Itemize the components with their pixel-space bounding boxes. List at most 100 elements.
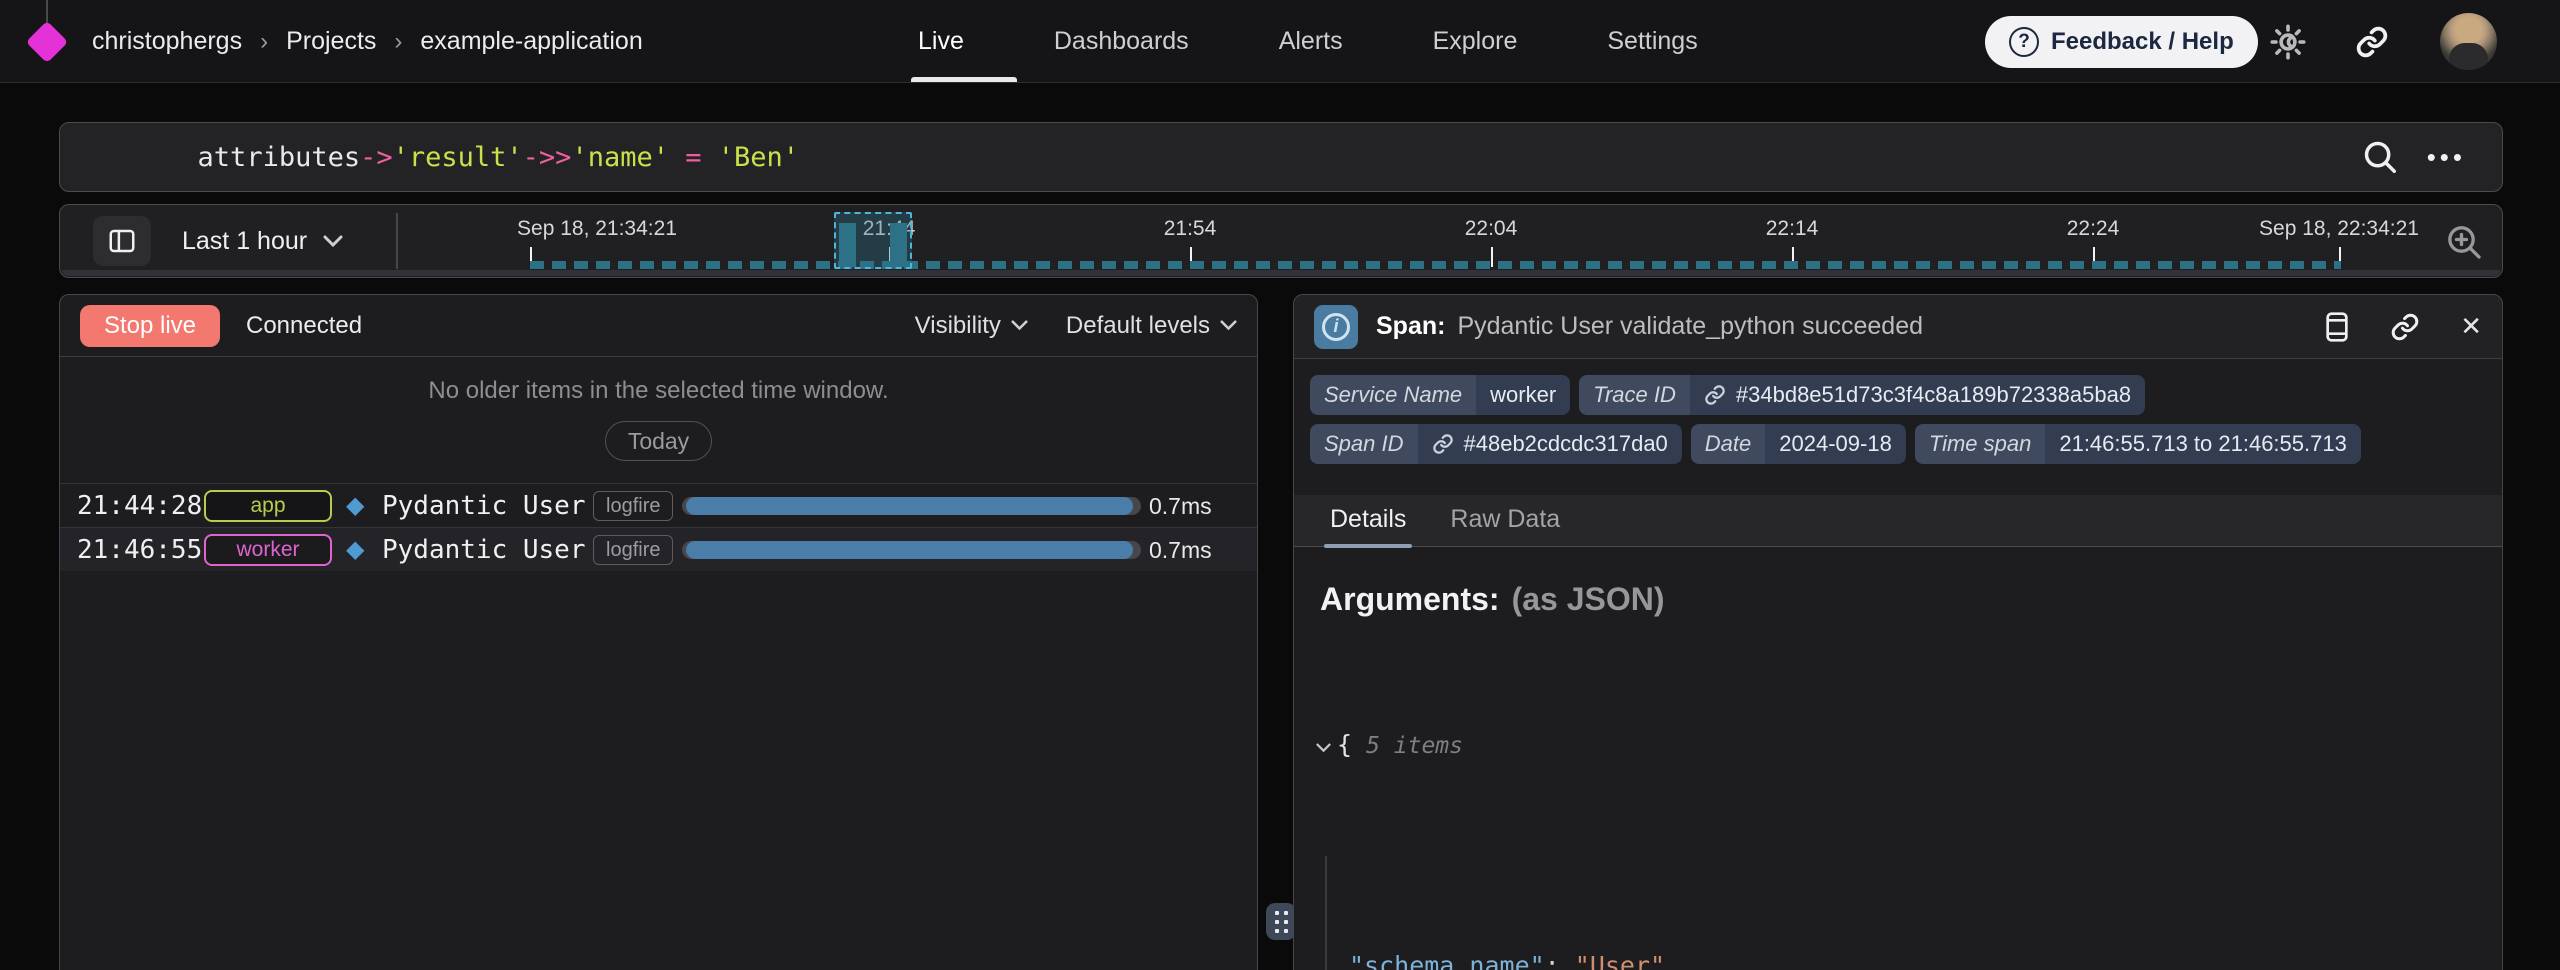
span-duration: 0.7ms [1149,528,1212,572]
span-detail-header: i Span: Pydantic User validate_python su… [1294,295,2502,359]
tab-explore[interactable]: Explore [1433,27,1518,56]
close-panel-icon[interactable]: ✕ [2460,311,2482,342]
badge-value: worker [1476,375,1570,415]
link-icon [1432,433,1454,455]
span-time: 21:44:28 [77,484,202,528]
breadcrumb-project[interactable]: example-application [420,27,642,56]
panel-resize-handle[interactable] [1266,903,1296,940]
default-levels-dropdown[interactable]: Default levels [1066,312,1237,340]
chevron-right-icon: › [394,28,402,56]
share-link-button[interactable] [2352,22,2392,62]
feedback-help-label: Feedback / Help [2051,28,2234,56]
time-span-badge: Time span 21:46:55.713 to 21:46:55.713 [1915,424,2361,464]
badge-value: 21:46:55.713 to 21:46:55.713 [2045,424,2360,464]
query-string: 'Ben' [718,142,799,173]
question-circle-icon: ? [2009,27,2039,57]
info-icon: i [1314,305,1358,349]
span-name: Pydantic User [382,484,586,528]
more-options-icon[interactable]: ••• [2427,142,2466,173]
visibility-dropdown[interactable]: Visibility [915,312,1028,340]
breadcrumb-projects[interactable]: Projects [286,27,376,56]
expand-panel-icon[interactable] [2324,311,2350,343]
span-diamond-icon: ◆ [346,528,364,572]
collapse-caret-icon[interactable] [1316,743,1331,753]
badge-value: #34bd8e51d73c3f4c8a189b72338a5ba8 [1736,382,2131,408]
arguments-format-note: (as JSON) [1512,581,1665,617]
timeline-divider [396,213,398,269]
feedback-help-button[interactable]: ? Feedback / Help [1985,16,2258,68]
copy-link-icon[interactable] [2390,312,2420,342]
tab-live[interactable]: Live [918,27,964,56]
badge-label: Time span [1915,424,2046,464]
query-column: attributes [198,142,361,173]
sql-query-input[interactable]: attributes->'result'->>'name' = 'Ben' [100,111,799,204]
service-name-badge: Service Name worker [1310,375,1570,415]
arguments-heading: Arguments:(as JSON) [1320,581,1665,618]
service-badge[interactable]: worker [204,534,332,566]
logfire-app: christophergs › Projects › example-appli… [0,0,2560,970]
badge-label: Span ID [1310,424,1418,464]
span-name: Pydantic User [382,528,586,572]
query-bar[interactable]: attributes->'result'->>'name' = 'Ben' ••… [59,122,2503,192]
span-time: 21:46:55 [77,528,202,572]
timeline-activity-strip[interactable] [530,261,2341,269]
logfire-logo-icon[interactable] [26,21,68,63]
today-button[interactable]: Today [605,421,712,461]
empty-state: No older items in the selected time wind… [60,357,1257,483]
trace-id-badge[interactable]: Trace ID #34bd8e51d73c3f4c8a189b72338a5b… [1579,375,2145,415]
query-operator: ->> [523,142,572,173]
timeline-scrollbar[interactable] [62,270,2500,276]
connection-status: Connected [246,312,362,340]
span-row[interactable]: 21:44:28 app ◆ Pydantic User logfire 0.7… [60,483,1257,527]
query-string: 'name' [571,142,669,173]
scope-tag[interactable]: logfire [593,491,673,521]
duration-bar [686,541,1133,559]
scope-tag[interactable]: logfire [593,535,673,565]
sidebar-toggle-button[interactable] [93,216,151,266]
service-badge[interactable]: app [204,490,332,522]
badge-label: Date [1691,424,1765,464]
span-row[interactable]: 21:46:55 worker ◆ Pydantic User logfire … [60,527,1257,571]
theme-toggle-button[interactable] [2268,22,2308,62]
date-badge: Date 2024-09-18 [1691,424,1906,464]
tab-details[interactable]: Details [1330,505,1406,546]
panel-left-icon [107,226,137,256]
histogram-bar [890,223,907,267]
link-icon [2355,25,2389,59]
query-string: 'result' [393,142,523,173]
active-tab-underline [911,77,1017,82]
span-duration: 0.7ms [1149,484,1212,528]
histogram-bar [839,223,856,267]
json-root-line[interactable]: {5 items [1316,723,2482,768]
json-line: "schema_name": "User", [1349,944,2482,970]
tab-dashboards[interactable]: Dashboards [1054,27,1189,56]
span-attribute-badges: Service Name worker Trace ID #34bd8e51d7… [1310,375,2486,464]
span-id-badge[interactable]: Span ID #48eb2cdcdc317da0 [1310,424,1682,464]
timeline-selection[interactable] [834,212,912,269]
time-range-dropdown[interactable]: Last 1 hour [182,205,343,277]
search-icon[interactable] [2361,138,2399,176]
user-avatar[interactable] [2440,13,2497,70]
duration-bar-track [682,541,1141,559]
tab-settings[interactable]: Settings [1607,27,1697,56]
top-navbar: christophergs › Projects › example-appli… [0,0,2560,83]
timeline-tick-label: 21:54 [1164,217,1217,241]
timeline-zoom-button[interactable] [2442,220,2486,264]
query-operator: = [669,142,718,173]
badge-label: Service Name [1310,375,1476,415]
timeline-tick-label: Sep 18, 21:34:21 [517,217,677,241]
breadcrumb-org[interactable]: christophergs [92,27,242,56]
span-detail-panel: i Span: Pydantic User validate_python su… [1293,294,2503,970]
timeline-tick-label: 22:14 [1766,217,1819,241]
tab-raw-data[interactable]: Raw Data [1450,505,1560,546]
item-count: 5 items [1366,733,1463,759]
tab-alerts[interactable]: Alerts [1279,27,1343,56]
span-title: Pydantic User validate_python succeeded [1457,312,1923,341]
live-view-panel: Stop live Connected Visibility Default l… [59,294,1258,970]
duration-bar-track [682,497,1141,515]
timeline-tick-label: Sep 18, 22:34:21 [2259,217,2419,241]
json-viewer: {5 items "schema_name": "User", "validat… [1316,635,2482,970]
stop-live-button[interactable]: Stop live [80,305,220,347]
span-diamond-icon: ◆ [346,484,364,528]
badge-value: #48eb2cdcdc317da0 [1464,431,1668,457]
